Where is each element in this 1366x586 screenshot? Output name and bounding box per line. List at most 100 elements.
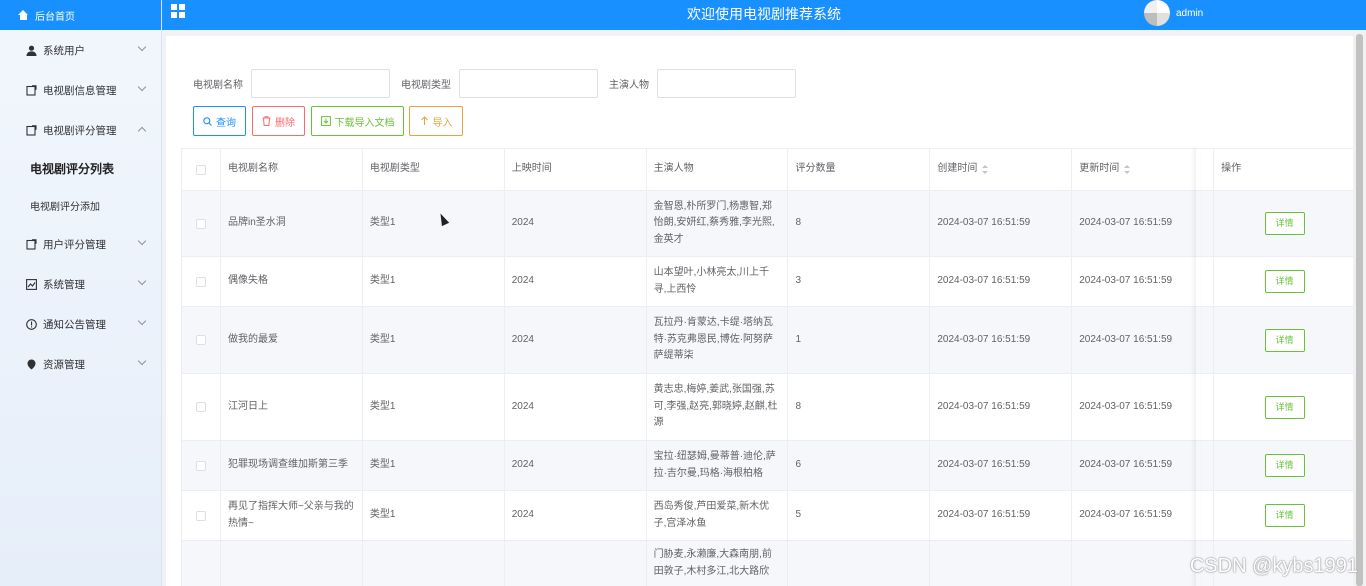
actors-input[interactable] [657, 68, 796, 98]
cell-name: 偶像失格 [221, 257, 363, 306]
info-icon [25, 318, 37, 330]
sidebar-subitem-rating-add[interactable]: 电视剧评分添加 [0, 187, 161, 224]
download-icon [320, 116, 331, 126]
table-row: 做我的最爱 类型1 2024 瓦拉丹·肯蒙达,卡缇·塔纳瓦特·苏克弗恩民,博佐·… [182, 307, 1356, 374]
cell-actors: 山本望叶,小林亮太,川上千寻,上西怜 [647, 257, 789, 306]
sidebar-item-system-users[interactable]: 系统用户 [0, 30, 161, 70]
col-header-rating-count: 评分数量 [788, 149, 931, 190]
download-button-label: 下载导入文档 [334, 117, 395, 129]
table-row: 门胁麦,永濑廉,大森南朋,前田敦子,木村多江,北大路欣 [182, 541, 1356, 586]
sidebar-item-drama-rating[interactable]: 电视剧评分管理 [0, 110, 161, 150]
cell-name [221, 541, 363, 586]
cell-rating-count: 6 [788, 441, 931, 490]
chevron-down-icon [137, 356, 147, 366]
cell-updated: 2024-03-07 16:51:59 [1072, 441, 1215, 490]
query-button-label: 查询 [216, 117, 236, 129]
cell-created: 2024-03-07 16:51:59 [930, 191, 1073, 256]
detail-button[interactable]: 详情 [1264, 454, 1305, 477]
sort-icon[interactable] [982, 165, 989, 174]
sidebar-item-label: 系统管理 [43, 278, 85, 291]
cell-name: 做我的最爱 [221, 307, 363, 373]
table-row: 品牌in圣水洞 类型1 2024 金智恩,朴所罗门,杨惠智,郑怡朗,安妍红,蔡秀… [182, 191, 1356, 257]
trash-icon [262, 116, 271, 126]
sidebar-item-label: 资源管理 [43, 358, 85, 371]
sidebar-item-label: 系统用户 [43, 44, 85, 57]
cell-created: 2024-03-07 16:51:59 [930, 307, 1073, 373]
col-header-type: 电视剧类型 [363, 149, 505, 190]
sidebar-subitem-label: 电视剧评分添加 [30, 202, 100, 213]
doc-icon [25, 124, 37, 136]
cell-type: 类型1 [363, 491, 505, 540]
rating-table: 电视剧名称 电视剧类型 上映时间 主演人物 评分数量 创建时间 更新时间 操作 … [181, 148, 1356, 586]
cell-name: 江河日上 [221, 374, 363, 440]
detail-button[interactable]: 详情 [1264, 328, 1305, 352]
sidebar-item-label: 通知公告管理 [43, 318, 106, 331]
avatar[interactable] [1144, 0, 1170, 26]
drama-name-input[interactable] [251, 68, 390, 98]
cell-release: 2024 [505, 191, 647, 256]
cell-release: 2024 [505, 441, 647, 490]
row-checkbox[interactable] [195, 510, 206, 521]
cell-release: 2024 [505, 307, 647, 373]
cell-updated: 2024-03-07 16:51:59 [1072, 374, 1215, 440]
col-header-created[interactable]: 创建时间 [930, 149, 1073, 190]
row-checkbox[interactable] [195, 335, 206, 345]
row-checkbox[interactable] [195, 402, 206, 412]
drama-type-input[interactable] [459, 68, 598, 98]
detail-button[interactable]: 详情 [1264, 395, 1305, 419]
query-button[interactable]: 查询 [193, 106, 246, 136]
row-checkbox[interactable] [195, 460, 206, 471]
delete-button[interactable]: 删除 [252, 106, 305, 136]
col-header-name: 电视剧名称 [221, 149, 363, 190]
sort-icon[interactable] [1124, 165, 1131, 174]
sidebar-item-drama-info[interactable]: 电视剧信息管理 [0, 70, 161, 110]
import-button[interactable]: 导入 [409, 106, 463, 136]
sidebar-menu: 系统用户 电视剧信息管理 电视剧评分管理 电视剧评分列表 电视剧评分添加 用户评… [0, 30, 161, 384]
sidebar-subitem-rating-list[interactable]: 电视剧评分列表 [0, 150, 161, 187]
cell-actors: 黄志忠,梅婷,姜武,张国强,苏可,李强,赵亮,郭晓婷,赵麒,杜源 [647, 374, 789, 440]
cell-type [363, 541, 505, 586]
cell-rating-count: 5 [788, 491, 931, 540]
cell-rating-count: 1 [788, 307, 931, 373]
sidebar-item-user-rating[interactable]: 用户评分管理 [0, 224, 161, 264]
detail-button[interactable]: 详情 [1264, 270, 1305, 293]
search-form: 电视剧名称 电视剧类型 主演人物 [193, 68, 807, 98]
detail-button[interactable]: 详情 [1264, 504, 1305, 527]
chevron-down-icon [137, 82, 147, 92]
username[interactable]: admin [1176, 8, 1203, 19]
sidebar-home[interactable]: 后台首页 [0, 0, 161, 30]
search-label-actors: 主演人物 [609, 79, 649, 91]
cell-rating-count: 3 [788, 257, 931, 306]
sidebar-item-label: 电视剧评分管理 [43, 124, 117, 137]
page-scrollbar[interactable] [1353, 34, 1366, 586]
cell-type: 类型1 [363, 307, 505, 373]
chart-icon [25, 278, 37, 290]
chevron-down-icon [137, 236, 147, 246]
download-template-button[interactable]: 下载导入文档 [311, 106, 404, 136]
col-header-actors: 主演人物 [647, 149, 789, 190]
table-header: 电视剧名称 电视剧类型 上映时间 主演人物 评分数量 创建时间 更新时间 操作 [182, 149, 1356, 191]
sidebar-item-label: 电视剧信息管理 [43, 84, 117, 97]
table-row: 偶像失格 类型1 2024 山本望叶,小林亮太,川上千寻,上西怜 3 2024-… [182, 257, 1356, 307]
sidebar-item-system-management[interactable]: 系统管理 [0, 264, 161, 304]
scrollbar-thumb[interactable] [1356, 34, 1363, 586]
sidebar-item-notice-management[interactable]: 通知公告管理 [0, 304, 161, 344]
fixed-column-shadow [1196, 148, 1200, 586]
cell-name: 品牌in圣水洞 [221, 191, 363, 256]
search-label-type: 电视剧类型 [401, 79, 451, 91]
sidebar-item-label: 用户评分管理 [43, 238, 106, 251]
select-all-checkbox[interactable] [195, 164, 206, 175]
cell-rating-count [788, 541, 931, 586]
row-checkbox[interactable] [195, 218, 206, 229]
cell-rating-count: 8 [788, 191, 931, 256]
content-panel: 电视剧名称 电视剧类型 主演人物 查询 删除 下载导入文档 导入 电视剧名称 电… [166, 36, 1356, 586]
col-header-updated[interactable]: 更新时间 [1072, 149, 1215, 190]
cell-actors: 宝拉·纽瑟姆,曼蒂普·迪伦,萨拉·吉尔曼,玛格·海根柏格 [647, 441, 789, 490]
search-label-name: 电视剧名称 [193, 79, 243, 91]
row-checkbox[interactable] [195, 276, 206, 287]
cell-actors: 西岛秀俊,芦田爱菜,新木优子,宫泽冰鱼 [647, 491, 789, 540]
detail-button[interactable]: 详情 [1264, 212, 1305, 235]
doc-icon [25, 238, 37, 250]
upload-icon [420, 116, 428, 125]
sidebar-item-resource-management[interactable]: 资源管理 [0, 344, 161, 384]
